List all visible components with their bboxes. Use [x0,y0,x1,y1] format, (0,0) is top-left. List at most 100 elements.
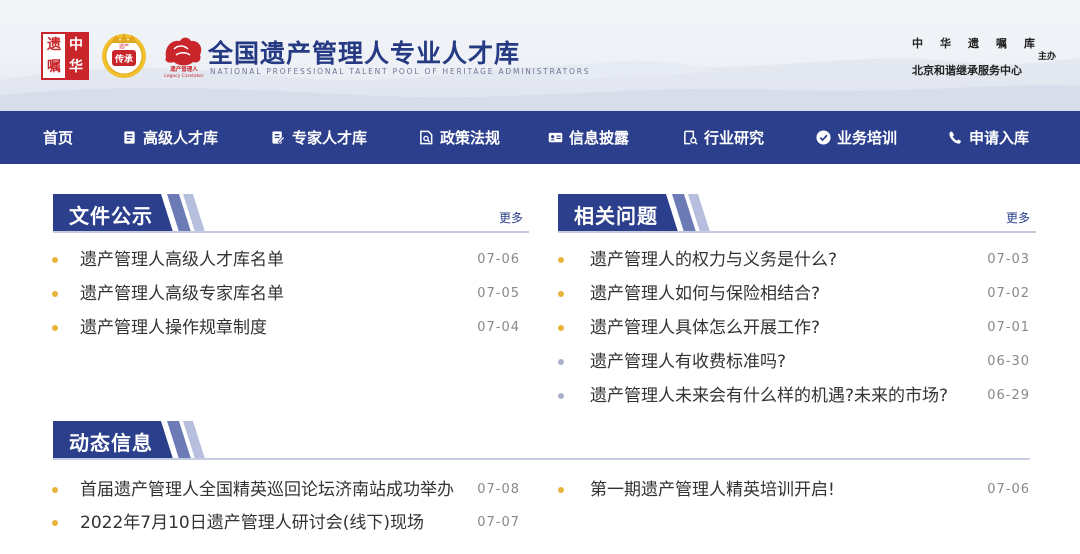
list-item-date: 07-06 [987,482,1030,497]
sponsor-role: 主办 [1038,52,1057,62]
nav-label: 业务培训 [837,129,898,147]
site-header: 遗 中 嘱 华 传承 遗产 遗产管理人 Legacy Caretaker 全国遗… [0,0,1080,111]
list-item-title[interactable]: 第一期遗产管理人精英培训开启! [590,477,980,503]
list-item: 遗产管理人有收费标准吗? 06-30 [558,349,1030,375]
list-item-date: 07-08 [477,482,520,497]
list-item-title[interactable]: 遗产管理人的权力与义务是什么? [590,247,980,273]
nav-label: 信息披露 [569,129,630,147]
list-item-title[interactable]: 遗产管理人如何与保险相结合? [590,281,980,307]
list-item-date: 07-03 [987,252,1030,267]
sponsor-char: 中 [912,37,923,50]
phone-icon [949,131,962,144]
research-icon [684,130,698,145]
bullet-dot [558,393,564,399]
faq-section-header: 相关问题 更多 [558,194,1036,234]
bullet-dot [558,291,564,297]
sponsor-char: 库 [1024,37,1035,50]
nav-policies[interactable]: 政策法规 [419,111,500,164]
faq-section-title: 相关问题 [574,204,658,228]
list-item: 第一期遗产管理人精英培训开启! 07-06 [558,477,1030,503]
list-item: 2022年7月10日遗产管理人研讨会(线下)现场 07-07 [52,510,522,536]
bullet-dot [52,520,58,526]
list-item: 遗产管理人的权力与义务是什么? 07-03 [558,247,1030,273]
files-section-header: 文件公示 更多 [53,194,529,234]
bullet-dot [558,257,564,263]
nav-training[interactable]: 业务培训 [816,111,897,164]
section-divider [53,231,529,233]
logo-caption-en: Legacy Caretaker [164,73,204,79]
document-icon [124,131,135,144]
nav-label: 专家人才库 [292,129,368,147]
search-document-icon [420,130,433,145]
list-item-title[interactable]: 遗产管理人有收费标准吗? [590,349,980,375]
list-item: 遗产管理人高级人才库名单 07-06 [52,247,522,273]
legacy-caretaker-logo-icon: 遗产管理人 Legacy Caretaker [164,37,204,79]
list-item-title[interactable]: 遗产管理人高级专家库名单 [80,281,460,307]
site-subtitle: NATIONAL PROFESSIONAL TALENT POOL OF HER… [210,67,591,76]
list-item-title[interactable]: 遗产管理人具体怎么开展工作? [590,315,980,341]
list-item: 遗产管理人操作规章制度 07-04 [52,315,522,341]
sponsor-org: 北京和谐继承服务中心 [912,64,1022,77]
nav-label: 高级人才库 [143,129,219,147]
bullet-dot [558,359,564,365]
list-item-date: 06-29 [987,388,1030,403]
id-card-icon [548,132,563,143]
faq-more-link[interactable]: 更多 [1006,209,1030,226]
nav-industry-research[interactable]: 行业研究 [683,111,764,164]
nav-disclosure[interactable]: 信息披露 [548,111,629,164]
list-item: 遗产管理人具体怎么开展工作? 07-01 [558,315,1030,341]
list-item-date: 07-06 [477,252,520,267]
check-circle-icon [816,130,831,145]
nav-home[interactable]: 首页 [43,111,73,164]
nav-label: 政策法规 [440,129,501,147]
files-more-link[interactable]: 更多 [499,209,523,226]
bullet-dot [52,487,58,493]
main-nav: 首页 高级人才库 专家人才库 政策法规 信息披露 行业研究 业务培训 申请入库 [0,111,1080,164]
bullet-dot [558,325,564,331]
bullet-dot [558,487,564,493]
list-item: 遗产管理人未来会有什么样的机遇?未来的市场? 06-29 [558,383,1030,409]
sponsor-char: 遗 [968,37,979,50]
sponsor-char: 嘱 [996,37,1007,50]
nav-expert-talent-pool[interactable]: 专家人才库 [271,111,367,164]
logo-char: 华 [65,56,87,78]
list-item-title[interactable]: 首届遗产管理人全国精英巡回论坛济南站成功举办 [80,477,472,503]
bullet-dot [52,325,58,331]
list-item-date: 07-04 [477,320,520,335]
news-section-title: 动态信息 [69,431,153,455]
list-item: 遗产管理人高级专家库名单 07-05 [52,281,522,307]
will-library-logo[interactable]: 遗 中 嘱 华 [41,32,89,80]
bullet-dot [52,291,58,297]
list-item-date: 07-05 [477,286,520,301]
list-item-title[interactable]: 2022年7月10日遗产管理人研讨会(线下)现场 [80,510,472,536]
nav-senior-talent-pool[interactable]: 高级人才库 [122,111,218,164]
site-title: 全国遗产管理人专业人才库 [208,39,521,68]
badge-top-text: 遗产 [119,43,129,50]
nav-label: 行业研究 [704,129,765,147]
logo-char: 嘱 [47,59,61,75]
heritage-crown-badge-icon: 传承 遗产 [102,33,146,78]
list-item-title[interactable]: 遗产管理人未来会有什么样的机遇?未来的市场? [590,383,980,409]
logo-char: 中 [65,34,87,56]
sponsor-name: 中 华 遗 嘱 库 [912,35,1035,51]
edit-document-icon [272,131,286,144]
nav-label: 首页 [43,129,74,147]
nav-label: 申请入库 [969,129,1030,147]
list-item-title[interactable]: 遗产管理人操作规章制度 [80,315,460,341]
list-item-date: 07-02 [987,286,1030,301]
list-item-date: 07-07 [477,515,520,530]
badge-center-text: 传承 [114,53,133,65]
section-divider [558,231,1036,233]
list-item: 遗产管理人如何与保险相结合? 07-02 [558,281,1030,307]
nav-apply[interactable]: 申请入库 [948,111,1029,164]
logo-caption-cn: 遗产管理人 [169,65,198,73]
logo-char: 遗 [47,37,61,53]
files-section-title: 文件公示 [69,204,153,228]
section-divider [53,458,1030,460]
list-item: 首届遗产管理人全国精英巡回论坛济南站成功举办 07-08 [52,477,522,503]
bullet-dot [52,257,58,263]
list-item-title[interactable]: 遗产管理人高级人才库名单 [80,247,460,273]
news-section-header: 动态信息 [53,421,1030,461]
sponsor-char: 华 [940,37,951,50]
list-item-date: 06-30 [987,354,1030,369]
